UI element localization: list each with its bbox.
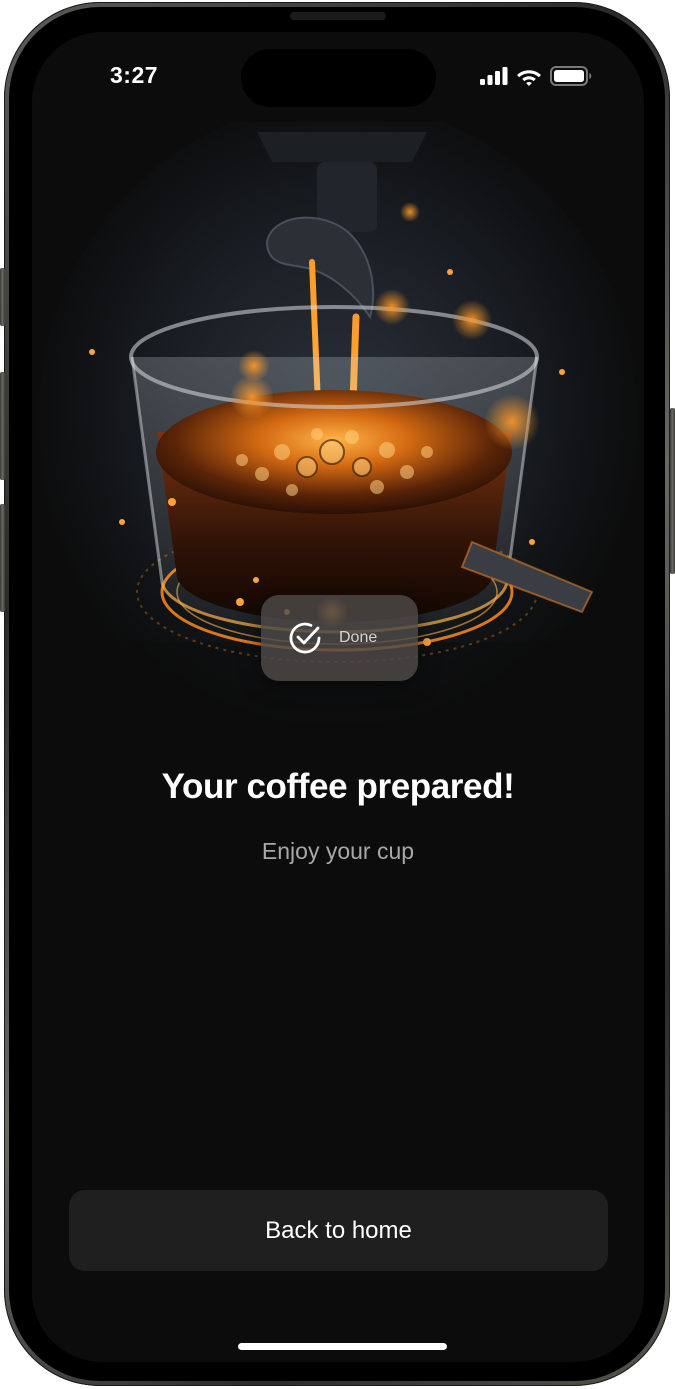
earpiece-speaker: [290, 12, 386, 20]
screen: 3:27 Done Your coffee prepared! Enjoy yo…: [32, 32, 644, 1362]
action-button: [0, 268, 5, 326]
status-time: 3:27: [110, 62, 159, 88]
dynamic-island: [241, 49, 436, 107]
volume-up-button: [0, 372, 5, 480]
wifi-icon: [517, 69, 541, 86]
volume-down-button: [0, 504, 5, 612]
page-title: Your coffee prepared!: [161, 767, 515, 806]
back-to-home-button[interactable]: Back to home: [69, 1190, 608, 1271]
power-button: [670, 408, 675, 574]
home-indicator[interactable]: [238, 1343, 447, 1350]
done-label: Done: [339, 629, 378, 646]
page-subtitle: Enjoy your cup: [261, 838, 415, 864]
status-icons: [480, 65, 592, 87]
signal-icon: [480, 67, 508, 85]
check-circle-icon: [289, 622, 321, 654]
back-to-home-label: Back to home: [265, 1216, 412, 1244]
battery-icon: [550, 66, 592, 86]
done-badge: Done: [261, 595, 418, 681]
